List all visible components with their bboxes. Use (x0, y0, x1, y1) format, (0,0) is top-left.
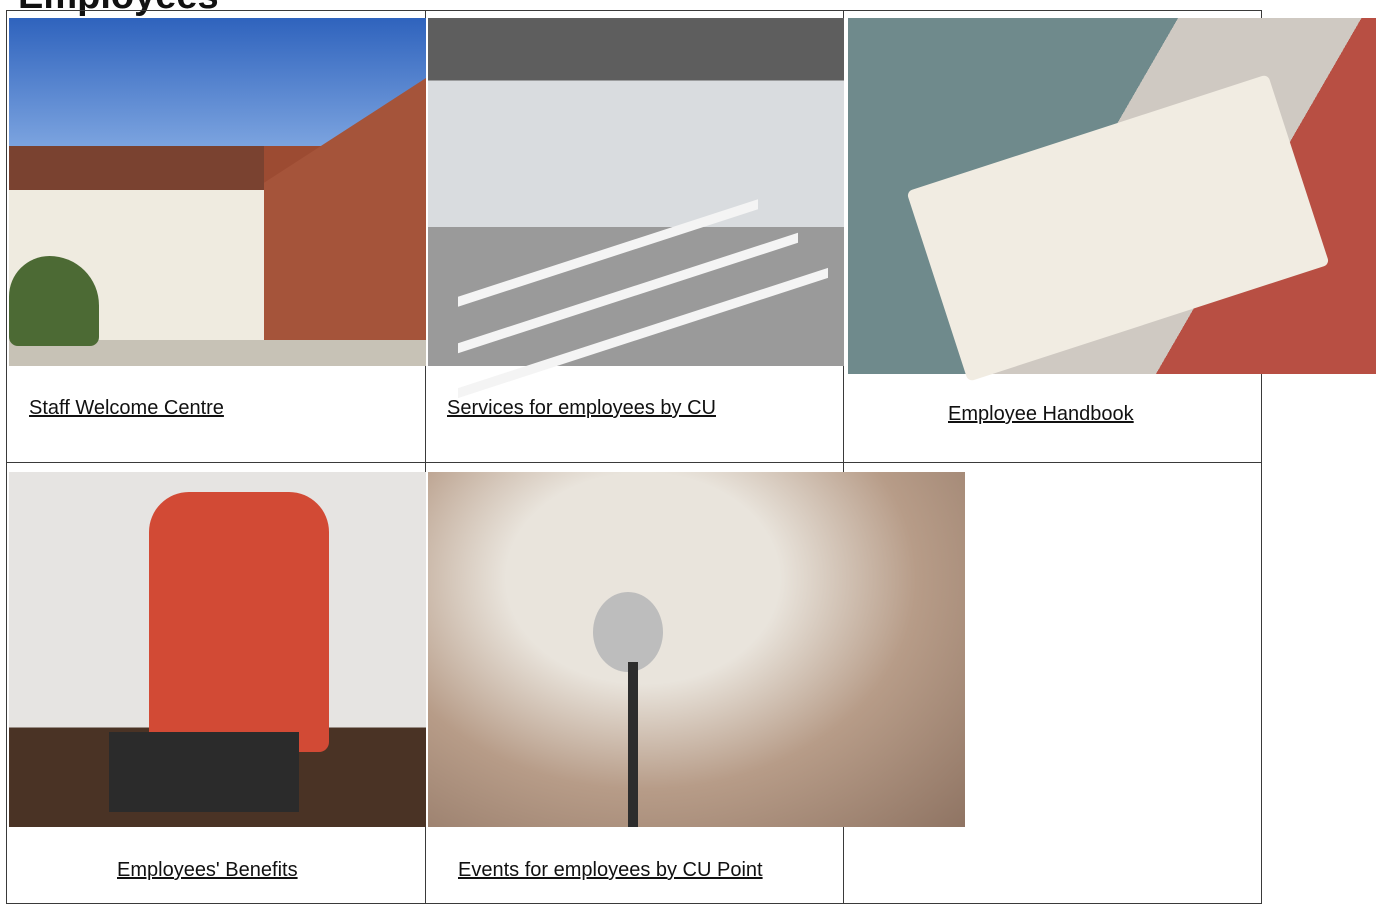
tile-grid: Staff Welcome Centre Services for employ… (6, 10, 1376, 904)
tile-row: Employees' Benefits Events for employees… (6, 462, 1262, 904)
staff-welcome-centre-link[interactable]: Staff Welcome Centre (29, 397, 224, 420)
open-book-photo[interactable] (848, 18, 1376, 382)
tile-empty (843, 462, 1262, 904)
tile-events-for-employees: Events for employees by CU Point (425, 462, 965, 904)
armchair-photo[interactable] (9, 472, 426, 827)
services-for-employees-link[interactable]: Services for employees by CU (447, 397, 716, 420)
staff-welcome-centre-photo[interactable] (9, 18, 426, 366)
tile-services-for-employees: Services for employees by CU (425, 10, 844, 463)
employee-handbook-link[interactable]: Employee Handbook (948, 403, 1134, 426)
tile-employee-handbook: Employee Handbook (843, 10, 1376, 463)
tile-employees-benefits: Employees' Benefits (6, 462, 426, 904)
lecture-room-photo[interactable] (428, 18, 844, 399)
tile-row: Staff Welcome Centre Services for employ… (6, 10, 1376, 463)
tile-staff-welcome-centre: Staff Welcome Centre (6, 10, 426, 463)
events-for-employees-link[interactable]: Events for employees by CU Point (458, 859, 763, 882)
employees-benefits-link[interactable]: Employees' Benefits (117, 859, 298, 882)
